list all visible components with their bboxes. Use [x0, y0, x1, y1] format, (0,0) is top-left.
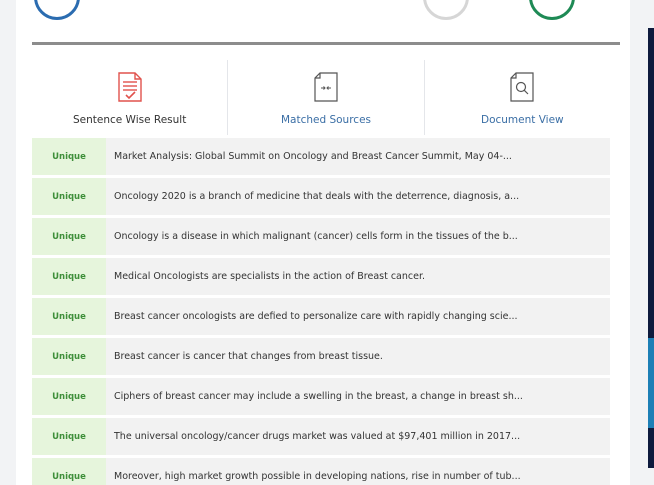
result-row[interactable]: Unique Medical Oncologists are specialis…: [32, 258, 610, 295]
result-sentence: Breast cancer is cancer that changes fro…: [114, 351, 383, 362]
result-sentence: Medical Oncologists are specialists in t…: [114, 271, 426, 282]
result-sentence: Market Analysis: Global Summit on Oncolo…: [114, 151, 512, 162]
unique-badge: Unique: [32, 258, 106, 295]
result-sentence: Ciphers of breast cancer may include a s…: [114, 391, 523, 402]
gauge-circle-blue: [34, 0, 80, 20]
result-sentence: Oncology is a disease in which malignant…: [114, 231, 518, 242]
result-row[interactable]: Unique Breast cancer oncologists are def…: [32, 298, 610, 335]
unique-badge: Unique: [32, 138, 106, 175]
side-panel-accent: [648, 338, 654, 428]
tab-label: Document View: [480, 114, 564, 126]
search-doc-icon: [510, 72, 534, 102]
result-sentence: Breast cancer oncologists are defied to …: [114, 311, 518, 322]
result-row[interactable]: Unique Oncology is a disease in which ma…: [32, 218, 610, 255]
report-check-icon: [117, 72, 142, 102]
result-sentence: The universal oncology/cancer drugs mark…: [114, 431, 521, 442]
result-sentence: Oncology 2020 is a branch of medicine th…: [114, 191, 520, 202]
results-card: Sentence Wise Result Matched Sources Doc…: [16, 0, 630, 485]
tab-label: Sentence Wise Result: [72, 114, 187, 126]
compare-doc-icon: [314, 72, 338, 102]
gauge-circle-green: [529, 0, 575, 20]
result-row[interactable]: Unique Moreover, high market growth poss…: [32, 458, 610, 485]
tab-document-view[interactable]: Document View: [423, 60, 620, 135]
unique-badge: Unique: [32, 458, 106, 485]
divider: [32, 42, 620, 45]
result-row[interactable]: Unique Ciphers of breast cancer may incl…: [32, 378, 610, 415]
unique-badge: Unique: [32, 378, 106, 415]
tab-matched-sources[interactable]: Matched Sources: [227, 60, 423, 135]
unique-badge: Unique: [32, 418, 106, 455]
side-panel: [648, 28, 654, 468]
result-sentence: Moreover, high market growth possible in…: [114, 471, 521, 482]
gauge-circle-gray: [423, 0, 469, 20]
result-tabs: Sentence Wise Result Matched Sources Doc…: [32, 60, 620, 135]
unique-badge: Unique: [32, 298, 106, 335]
unique-badge: Unique: [32, 338, 106, 375]
result-row[interactable]: Unique Oncology 2020 is a branch of medi…: [32, 178, 610, 215]
result-row[interactable]: Unique The universal oncology/cancer dru…: [32, 418, 610, 455]
tab-label: Matched Sources: [280, 114, 372, 126]
sentence-result-list: Unique Market Analysis: Global Summit on…: [32, 138, 610, 485]
result-row[interactable]: Unique Market Analysis: Global Summit on…: [32, 138, 610, 175]
tab-sentence-wise-result[interactable]: Sentence Wise Result: [32, 60, 227, 135]
result-row[interactable]: Unique Breast cancer is cancer that chan…: [32, 338, 610, 375]
unique-badge: Unique: [32, 178, 106, 215]
unique-badge: Unique: [32, 218, 106, 255]
